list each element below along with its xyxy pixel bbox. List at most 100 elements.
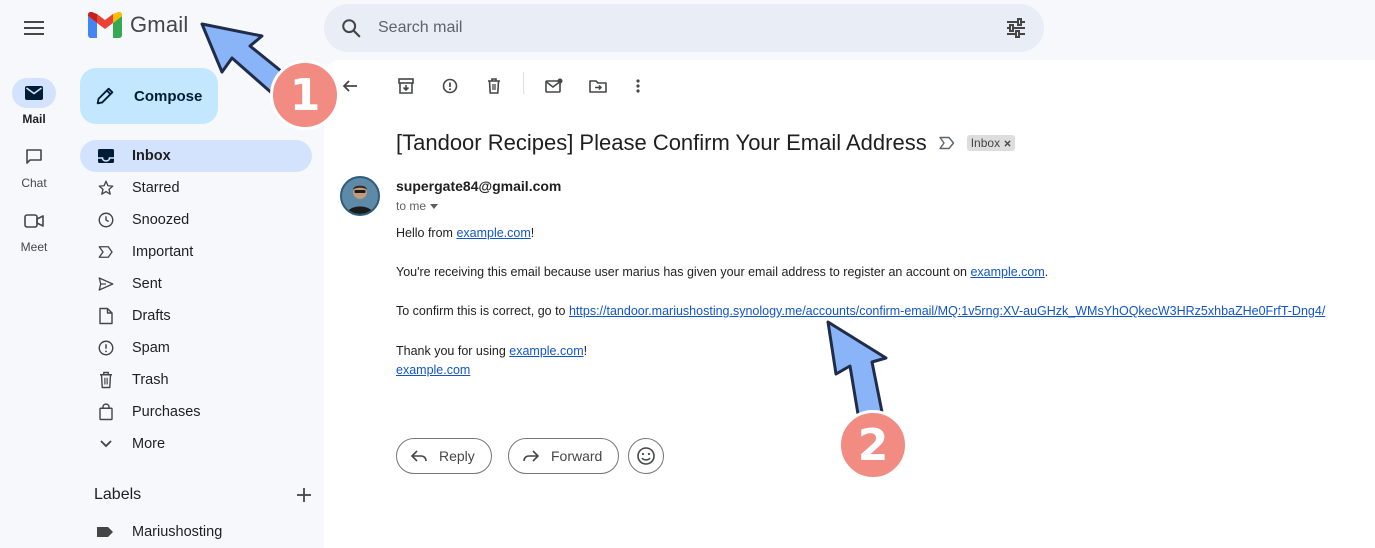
email-body-line: Hello from example.com! (396, 226, 534, 240)
sidebar-item-inbox[interactable]: Inbox (80, 140, 312, 172)
hamburger-icon (24, 21, 44, 35)
report-spam-button[interactable] (438, 74, 462, 98)
sidebar-item-label: Purchases (132, 404, 201, 420)
reply-icon (411, 450, 427, 462)
reply-button[interactable]: Reply (396, 438, 492, 474)
clock-icon (96, 210, 116, 230)
reply-label: Reply (439, 448, 475, 464)
move-to-button[interactable] (586, 74, 610, 98)
sidebar-item-label: Spam (132, 340, 170, 356)
body-text: ! (530, 226, 535, 240)
sidebar-item-label: Inbox (132, 148, 171, 164)
email-subject-row: [Tandoor Recipes] Please Confirm Your Em… (396, 130, 1016, 156)
search-options-icon[interactable] (1004, 16, 1028, 40)
sidebar-item-sent[interactable]: Sent (80, 268, 312, 300)
sidebar-item-drafts[interactable]: Drafts (80, 300, 312, 332)
annotation-badge-2: 2 (838, 410, 908, 480)
email-body-line: You're receiving this email because user… (396, 265, 1048, 279)
example-link[interactable]: example.com (509, 344, 583, 358)
rail-mail-label: Mail (22, 112, 46, 126)
sidebar-item-trash[interactable]: Trash (80, 364, 312, 396)
sidebar-item-label: Snoozed (132, 212, 190, 228)
recipient-text: to me (396, 199, 427, 213)
sidebar-item-label: Important (132, 244, 194, 260)
annotation-badge-1: 1 (270, 60, 340, 130)
sender-email[interactable]: supergate84@gmail.com (396, 178, 561, 194)
rail-chat-pill (12, 142, 56, 172)
sidebar-item-label: Sent (132, 276, 162, 292)
sidebar-item-label: Starred (132, 180, 180, 196)
recipient-details[interactable]: to me (396, 199, 439, 213)
app-name: Gmail (130, 12, 189, 37)
avatar-image (342, 178, 378, 214)
sidebar-item-label: Trash (132, 372, 169, 388)
add-label-icon[interactable] (296, 487, 312, 503)
search-bar[interactable] (324, 4, 1044, 52)
chevron-down-icon (96, 434, 116, 454)
sidebar-item-label: More (132, 436, 166, 452)
forward-icon (523, 450, 539, 462)
sidebar-item-snoozed[interactable]: Snoozed (80, 204, 312, 236)
body-text: ! (583, 344, 588, 358)
rail-mail-pill (12, 78, 56, 108)
gmail-logo[interactable]: Gmail (88, 12, 188, 38)
archive-icon (398, 78, 414, 94)
video-camera-icon (24, 214, 44, 228)
labels-title: Labels (94, 486, 142, 503)
more-options-button[interactable] (626, 74, 650, 98)
rail-chat[interactable]: Chat (0, 142, 68, 190)
annotation-number: 2 (857, 419, 889, 471)
caret-down-icon (430, 203, 439, 209)
sidebar-item-more[interactable]: More (80, 428, 312, 460)
main-menu-button[interactable] (14, 8, 54, 48)
signature-link[interactable]: example.com (396, 363, 470, 377)
send-icon (96, 274, 116, 294)
sidebar-item-important[interactable]: Important (80, 236, 312, 268)
trash-icon (96, 370, 116, 390)
more-vert-icon (636, 79, 640, 93)
emoji-icon (637, 447, 655, 465)
important-marker-icon[interactable] (939, 136, 955, 150)
mark-unread-button[interactable] (542, 74, 566, 98)
remove-label-icon[interactable] (1004, 139, 1011, 147)
trash-icon (488, 78, 500, 94)
inbox-badge-text: Inbox (970, 136, 1001, 150)
annotation-number: 1 (289, 69, 321, 121)
back-button[interactable] (338, 74, 362, 98)
rail-mail[interactable]: Mail (0, 78, 68, 126)
rail-meet[interactable]: Meet (0, 206, 68, 254)
search-icon[interactable] (340, 17, 362, 39)
search-input[interactable] (378, 19, 1004, 37)
confirm-email-link[interactable]: https://tandoor.mariushosting.synology.m… (569, 304, 1325, 318)
shopping-bag-icon (96, 402, 116, 422)
body-text: You're receiving this email because user… (396, 265, 971, 279)
body-text: . (1044, 265, 1049, 279)
example-link[interactable]: example.com (970, 265, 1044, 279)
delete-button[interactable] (482, 74, 506, 98)
arrow-back-icon (342, 80, 357, 92)
forward-button[interactable]: Forward (508, 438, 620, 474)
toolbar-divider (523, 72, 524, 94)
rail-chat-label: Chat (21, 176, 47, 190)
report-spam-icon (442, 78, 458, 94)
sidebar-item-spam[interactable]: Spam (80, 332, 312, 364)
sidebar-item-starred[interactable]: Starred (80, 172, 312, 204)
body-text: Thank you for using (396, 344, 510, 358)
sidebar-item-purchases[interactable]: Purchases (80, 396, 312, 428)
example-link[interactable]: example.com (456, 226, 530, 240)
sidebar-item-label: Drafts (132, 308, 171, 324)
forward-label: Forward (551, 448, 603, 464)
labels-header: Labels (94, 486, 312, 504)
mark-unread-icon (545, 78, 563, 93)
sender-avatar[interactable] (340, 176, 380, 216)
rail-meet-label: Meet (20, 240, 48, 254)
email-body-line: Thank you for using example.com! (396, 344, 587, 358)
body-text: To confirm this is correct, go to (396, 304, 569, 318)
label-tag-icon (97, 527, 113, 537)
add-reaction-button[interactable] (628, 438, 664, 474)
star-icon (96, 178, 116, 198)
inbox-icon (96, 146, 116, 166)
archive-button[interactable] (394, 74, 418, 98)
label-item-mariushosting[interactable]: Mariushosting (96, 524, 222, 540)
email-body-line: To confirm this is correct, go to https:… (396, 304, 1325, 318)
